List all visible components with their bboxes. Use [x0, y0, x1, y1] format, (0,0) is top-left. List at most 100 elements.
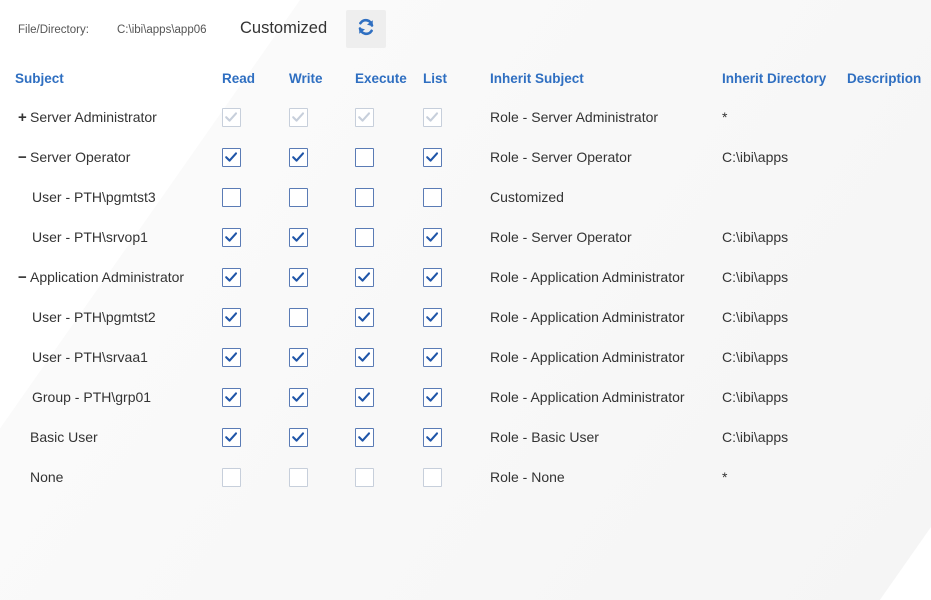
checkmark-icon [426, 232, 439, 242]
subject-cell[interactable]: − Application Administrator [18, 269, 184, 286]
execute-checkbox[interactable] [355, 428, 374, 447]
column-header-write[interactable]: Write [289, 71, 323, 86]
subject-cell: None [30, 469, 63, 485]
checkmark-icon [225, 392, 238, 402]
subject-cell: User - PTH\srvop1 [32, 229, 148, 245]
list-checkbox[interactable] [423, 388, 442, 407]
list-checkbox[interactable] [423, 148, 442, 167]
checkmark-icon [225, 232, 238, 242]
execute-checkbox[interactable] [355, 148, 374, 167]
list-checkbox[interactable] [423, 308, 442, 327]
inherit-subject-cell: Role - Server Administrator [490, 109, 659, 125]
list-checkbox[interactable] [423, 268, 442, 287]
inherit-subject-cell: Role - Application Administrator [490, 349, 685, 365]
checkmark-icon [292, 352, 305, 362]
subject-cell: User - PTH\pgmtst3 [32, 189, 156, 205]
subject-cell[interactable]: − Server Operator [18, 149, 130, 166]
inherit-directory-cell: C:\ibi\apps [722, 429, 789, 445]
subject-cell[interactable]: + Server Administrator [18, 109, 157, 126]
checkmark-icon [358, 352, 371, 362]
execute-checkbox[interactable] [355, 348, 374, 367]
inherit-subject-cell: Role - Basic User [490, 429, 599, 445]
write-checkbox[interactable] [289, 228, 308, 247]
inherit-directory-cell: C:\ibi\apps [722, 149, 789, 165]
read-checkbox[interactable] [222, 388, 241, 407]
column-header-inherit-subject[interactable]: Inherit Subject [490, 71, 584, 86]
read-checkbox[interactable] [222, 308, 241, 327]
subject-cell: Group - PTH\grp01 [32, 389, 151, 405]
inherit-directory-cell: C:\ibi\apps [722, 349, 789, 365]
refresh-icon [356, 17, 376, 42]
read-checkbox [222, 108, 241, 127]
inherit-directory-cell: C:\ibi\apps [722, 389, 789, 405]
subject-label: User - PTH\srvaa1 [32, 349, 148, 365]
column-header-description[interactable]: Description [847, 71, 921, 86]
column-header-inherit-directory[interactable]: Inherit Directory [722, 71, 826, 86]
file-directory-path: C:\ibi\apps\app06 [117, 24, 207, 36]
checkmark-icon [358, 112, 371, 122]
subject-cell: Basic User [30, 429, 98, 445]
write-checkbox[interactable] [289, 308, 308, 327]
inherit-subject-cell: Customized [490, 189, 564, 205]
read-checkbox[interactable] [222, 188, 241, 207]
execute-checkbox[interactable] [355, 228, 374, 247]
checkmark-icon [426, 112, 439, 122]
collapse-icon[interactable]: − [18, 149, 30, 166]
subject-label: User - PTH\srvop1 [32, 229, 148, 245]
read-checkbox[interactable] [222, 148, 241, 167]
file-directory-label: File/Directory: [18, 24, 89, 36]
write-checkbox[interactable] [289, 268, 308, 287]
write-checkbox[interactable] [289, 388, 308, 407]
write-checkbox[interactable] [289, 188, 308, 207]
subject-label: Group - PTH\grp01 [32, 389, 152, 405]
background-decoration [0, 0, 931, 600]
collapse-icon[interactable]: − [18, 269, 30, 286]
expand-icon[interactable]: + [18, 109, 30, 126]
checkmark-icon [225, 112, 238, 122]
checkmark-icon [358, 312, 371, 322]
file-directory-bar: File/Directory: C:\ibi\apps\app06 Custom… [0, 8, 931, 48]
execute-checkbox[interactable] [355, 388, 374, 407]
list-checkbox[interactable] [423, 348, 442, 367]
checkmark-icon [225, 312, 238, 322]
refresh-button[interactable] [346, 10, 386, 48]
checkmark-icon [426, 272, 439, 282]
write-checkbox[interactable] [289, 428, 308, 447]
column-header-subject[interactable]: Subject [15, 71, 64, 86]
write-checkbox [289, 108, 308, 127]
execute-checkbox[interactable] [355, 308, 374, 327]
column-header-read[interactable]: Read [222, 71, 255, 86]
write-checkbox [289, 468, 308, 487]
checkmark-icon [292, 432, 305, 442]
list-checkbox[interactable] [423, 228, 442, 247]
inherit-subject-cell: Role - Application Administrator [490, 309, 685, 325]
customized-status: Customized [240, 19, 328, 37]
execute-checkbox[interactable] [355, 268, 374, 287]
write-checkbox[interactable] [289, 148, 308, 167]
checkmark-icon [358, 432, 371, 442]
read-checkbox[interactable] [222, 228, 241, 247]
inherit-subject-cell: Role - Server Operator [490, 229, 632, 245]
write-checkbox[interactable] [289, 348, 308, 367]
subject-cell: User - PTH\srvaa1 [32, 349, 148, 365]
column-header-list[interactable]: List [423, 71, 447, 86]
checkmark-icon [292, 272, 305, 282]
checkmark-icon [426, 152, 439, 162]
read-checkbox [222, 468, 241, 487]
checkmark-icon [426, 312, 439, 322]
checkmark-icon [292, 392, 305, 402]
column-header-execute[interactable]: Execute [355, 71, 407, 86]
list-checkbox[interactable] [423, 428, 442, 447]
checkmark-icon [426, 392, 439, 402]
subject-label: User - PTH\pgmtst3 [32, 189, 156, 205]
inherit-directory-cell: C:\ibi\apps [722, 269, 789, 285]
read-checkbox[interactable] [222, 428, 241, 447]
subject-label: Basic User [30, 429, 98, 445]
inherit-directory-cell: * [722, 109, 728, 125]
read-checkbox[interactable] [222, 348, 241, 367]
read-checkbox[interactable] [222, 268, 241, 287]
checkmark-icon [358, 272, 371, 282]
list-checkbox[interactable] [423, 188, 442, 207]
checkmark-icon [225, 352, 238, 362]
execute-checkbox[interactable] [355, 188, 374, 207]
